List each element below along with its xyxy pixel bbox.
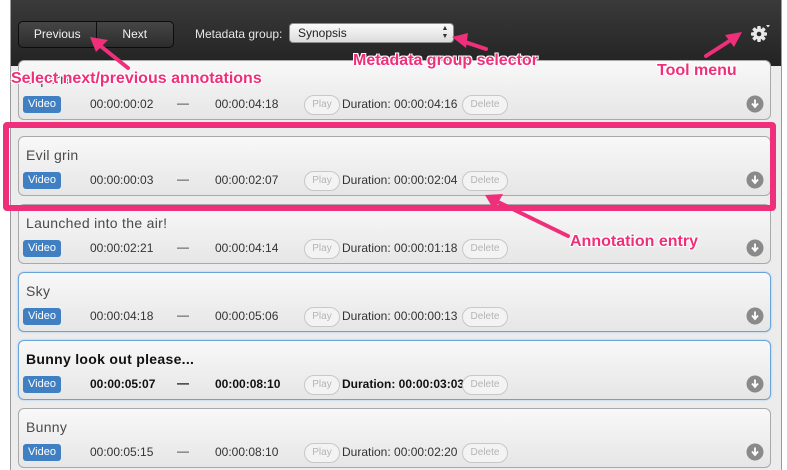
delete-button[interactable]: Delete [462, 95, 508, 115]
annotation-title: Bunny look out please... [26, 351, 195, 367]
annotation-title: Launched into the air! [26, 215, 168, 231]
media-type-badge: Video [23, 444, 61, 461]
annotation-tool-panel: Previous Next Metadata group: Synopsis ▲… [10, 0, 782, 470]
annotation-title: Squirrel [26, 71, 77, 87]
metadata-group-select[interactable]: Synopsis ▲ ▼ [289, 23, 454, 43]
play-button[interactable]: Play [304, 443, 340, 463]
duration-text: Duration: 00:00:00:13 [342, 309, 458, 323]
delete-button[interactable]: Delete [462, 443, 508, 463]
end-time: 00:00:08:10 [215, 377, 281, 391]
previous-button[interactable]: Previous [19, 22, 96, 47]
end-time: 00:00:08:10 [215, 445, 279, 459]
media-type-badge: Video [23, 240, 61, 257]
media-type-badge: Video [23, 308, 61, 325]
delete-button[interactable]: Delete [462, 239, 508, 259]
start-time: 00:00:00:02 [90, 97, 154, 111]
annotation-title: Bunny [26, 419, 68, 435]
delete-button[interactable]: Delete [462, 375, 508, 395]
annotation-title: Sky [26, 283, 51, 299]
duration-text: Duration: 00:00:01:18 [342, 241, 458, 255]
metadata-group-label: Metadata group: [195, 27, 283, 41]
toolbar: Previous Next Metadata group: Synopsis ▲… [11, 0, 781, 66]
annotation-entry[interactable]: Launched into the air! Video 00:00:02:21… [18, 204, 771, 264]
delete-button[interactable]: Delete [462, 307, 508, 327]
media-type-badge: Video [23, 96, 61, 113]
media-type-badge: Video [23, 172, 61, 189]
annotation-title: Evil grin [26, 147, 79, 163]
play-button[interactable]: Play [304, 95, 340, 115]
duration-text: Duration: 00:00:02:04 [342, 173, 458, 187]
time-separator: — [177, 308, 189, 322]
annotation-entry[interactable]: Squirrel Video 00:00:00:02 — 00:00:04:18… [18, 60, 771, 120]
duration-text: Duration: 00:00:04:16 [342, 97, 458, 111]
download-circle-icon[interactable] [746, 95, 764, 113]
download-circle-icon[interactable] [746, 171, 764, 189]
end-time: 00:00:02:07 [215, 173, 279, 187]
updown-arrows-icon: ▲ ▼ [441, 25, 449, 40]
end-time: 00:00:05:06 [215, 309, 279, 323]
duration-text: Duration: 00:00:03:03 [342, 377, 465, 391]
start-time: 00:00:04:18 [90, 309, 154, 323]
gear-icon[interactable] [749, 22, 771, 44]
time-separator: — [177, 96, 189, 110]
download-circle-icon[interactable] [746, 307, 764, 325]
end-time: 00:00:04:14 [215, 241, 279, 255]
play-button[interactable]: Play [304, 239, 340, 259]
time-separator: — [177, 376, 189, 390]
next-button[interactable]: Next [95, 22, 174, 47]
download-circle-icon[interactable] [746, 375, 764, 393]
start-time: 00:00:02:21 [90, 241, 154, 255]
start-time: 00:00:05:15 [90, 445, 154, 459]
end-time: 00:00:04:18 [215, 97, 279, 111]
download-circle-icon[interactable] [746, 443, 764, 461]
annotation-entry[interactable]: Bunny Video 00:00:05:15 — 00:00:08:10 Pl… [18, 408, 771, 468]
duration-text: Duration: 00:00:02:20 [342, 445, 458, 459]
nav-button-group: Previous Next [18, 21, 174, 48]
media-type-badge: Video [23, 376, 61, 393]
start-time: 00:00:00:03 [90, 173, 154, 187]
download-circle-icon[interactable] [746, 239, 764, 257]
annotation-entry[interactable]: Evil grin Video 00:00:00:03 — 00:00:02:0… [18, 136, 771, 196]
play-button[interactable]: Play [304, 375, 340, 395]
time-separator: — [177, 240, 189, 254]
play-button[interactable]: Play [304, 171, 340, 191]
play-button[interactable]: Play [304, 307, 340, 327]
annotation-entry[interactable]: Sky Video 00:00:04:18 — 00:00:05:06 Play… [18, 272, 771, 332]
time-separator: — [177, 444, 189, 458]
start-time: 00:00:05:07 [90, 377, 156, 391]
time-separator: — [177, 172, 189, 186]
annotation-entry[interactable]: Bunny look out please... Video 00:00:05:… [18, 340, 771, 400]
metadata-group-value: Synopsis [298, 26, 347, 40]
delete-button[interactable]: Delete [462, 171, 508, 191]
